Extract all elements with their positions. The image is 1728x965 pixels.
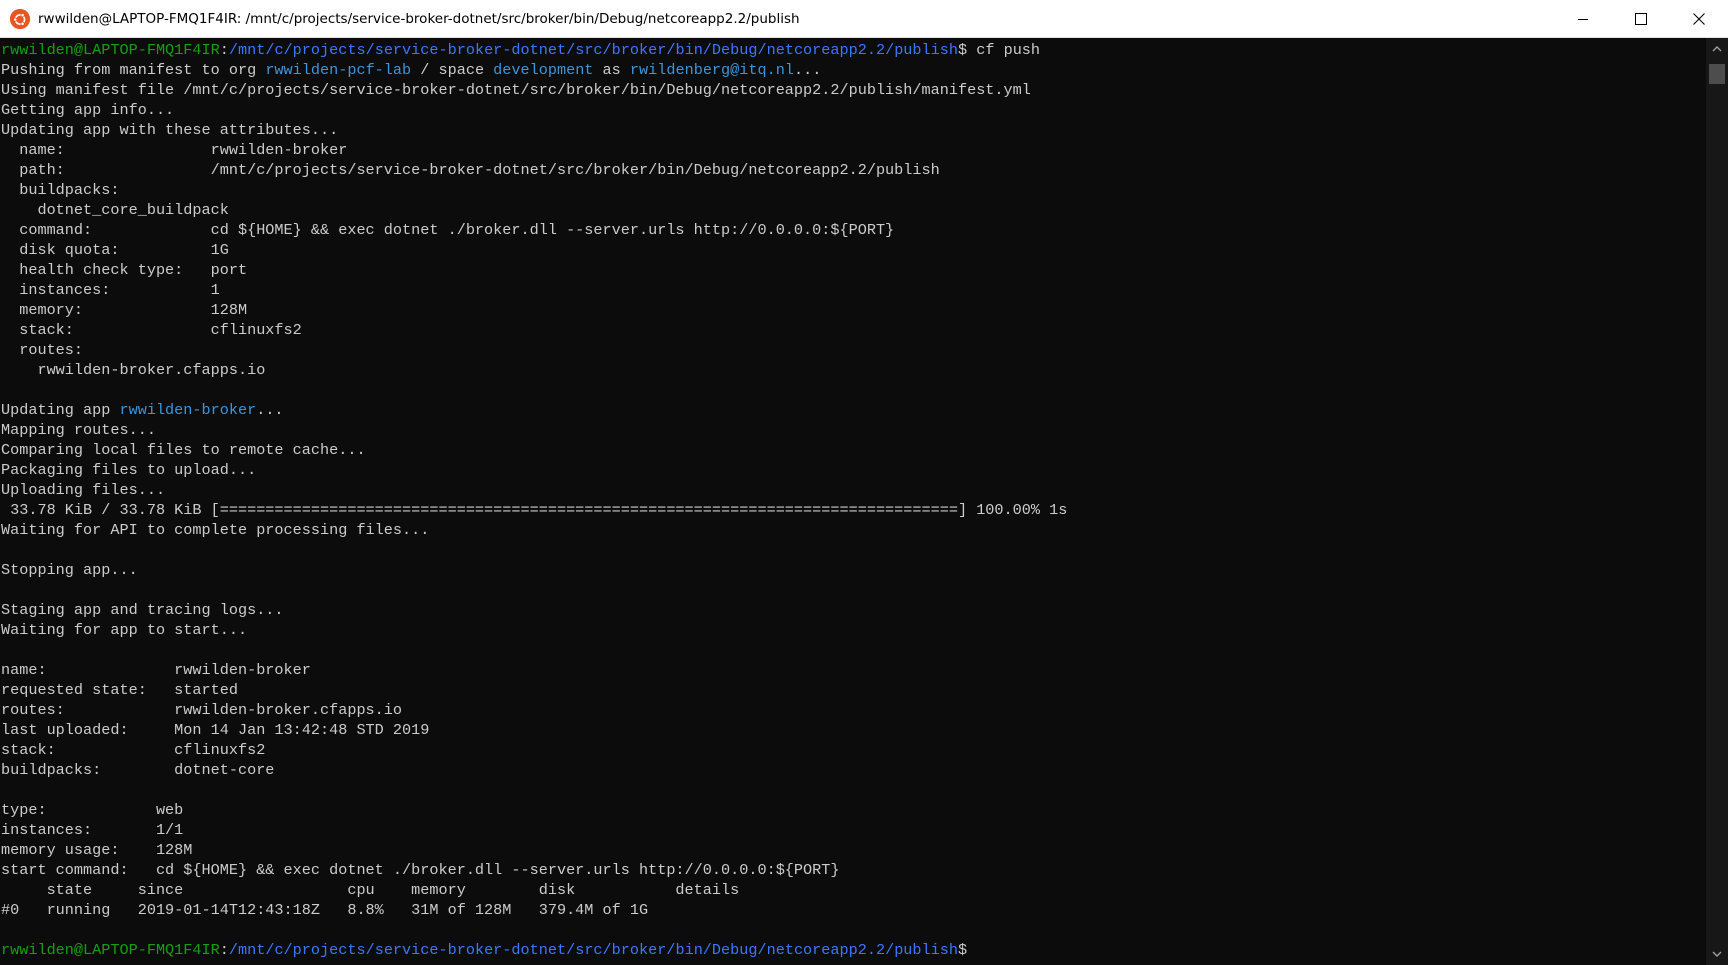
attribute-line: dotnet_core_buildpack: [1, 201, 229, 219]
attribute-line: command: cd ${HOME} && exec dotnet ./bro…: [1, 221, 895, 239]
maximize-button[interactable]: [1612, 0, 1670, 38]
instance-table-header: state since cpu memory disk details: [1, 881, 740, 899]
window-controls: [1554, 0, 1728, 38]
attribute-line: stack: cflinuxfs2: [1, 321, 302, 339]
progress-line: Packaging files to upload...: [1, 461, 257, 479]
window-title: rwwilden@LAPTOP-FMQ1F4IR: /mnt/c/project…: [38, 10, 800, 27]
vertical-scrollbar[interactable]: [1706, 38, 1728, 965]
stopping-line: Stopping app...: [1, 561, 138, 579]
org-name: rwwilden-pcf-lab: [265, 61, 412, 79]
status-line: requested state: started: [1, 681, 238, 699]
app-name: rwwilden-broker: [119, 401, 257, 419]
prompt-path: /mnt/c/projects/service-broker-dotnet/sr…: [228, 41, 958, 59]
scroll-up-button[interactable]: [1706, 38, 1728, 60]
space-name: development: [493, 61, 594, 79]
progress-line: Comparing local files to remote cache...: [1, 441, 366, 459]
upload-progress-bar: 33.78 KiB / 33.78 KiB [=================…: [1, 501, 1068, 519]
attribute-line: path: /mnt/c/projects/service-broker-dot…: [1, 161, 940, 179]
instance-table-row: #0 running 2019-01-14T12:43:18Z 8.8% 31M…: [1, 901, 649, 919]
attribute-line: health check type: port: [1, 261, 248, 279]
prompt-line: rwwilden@LAPTOP-FMQ1F4IR:/mnt/c/projects…: [1, 40, 1706, 60]
minimize-button[interactable]: [1554, 0, 1612, 38]
chevron-up-icon: [1712, 46, 1722, 52]
pushing-line: Pushing from manifest to org rwwilden-pc…: [1, 61, 822, 79]
maximize-icon: [1635, 13, 1647, 25]
attribute-line: disk quota: 1G: [1, 241, 229, 259]
status-line: routes: rwwilden-broker.cfapps.io: [1, 701, 403, 719]
attribute-line: rwwilden-broker.cfapps.io: [1, 361, 266, 379]
prompt-user: rwwilden@LAPTOP-FMQ1F4IR: [1, 941, 220, 959]
prompt-symbol: $: [958, 941, 968, 959]
attribute-line: routes:: [1, 341, 84, 359]
getting-info-line: Getting app info...: [1, 101, 175, 119]
progress-line: Uploading files...: [1, 481, 166, 499]
progress-line: Mapping routes...: [1, 421, 156, 439]
process-line: instances: 1/1: [1, 821, 184, 839]
title-bar[interactable]: rwwilden@LAPTOP-FMQ1F4IR: /mnt/c/project…: [0, 0, 1728, 38]
process-line: start command: cd ${HOME} && exec dotnet…: [1, 861, 840, 879]
waiting-start-line: Waiting for app to start...: [1, 621, 248, 639]
attribute-line: instances: 1: [1, 281, 220, 299]
prompt-command: cf push: [967, 41, 1041, 59]
scroll-down-button[interactable]: [1706, 943, 1728, 965]
attribute-line: memory: 128M: [1, 301, 248, 319]
status-line: name: rwwilden-broker: [1, 661, 311, 679]
process-line: type: web: [1, 801, 184, 819]
prompt-symbol: $: [958, 41, 968, 59]
close-button[interactable]: [1670, 0, 1728, 38]
updating-attrs-line: Updating app with these attributes...: [1, 121, 339, 139]
status-line: stack: cflinuxfs2: [1, 741, 266, 759]
prompt-colon: :: [219, 941, 229, 959]
user-email: rwildenberg@itq.nl: [629, 61, 794, 79]
prompt-user: rwwilden@LAPTOP-FMQ1F4IR: [1, 41, 220, 59]
scrollbar-thumb[interactable]: [1709, 64, 1725, 84]
ubuntu-icon[interactable]: [10, 8, 30, 29]
terminal-output[interactable]: rwwilden@LAPTOP-FMQ1F4IR:/mnt/c/projects…: [0, 38, 1706, 965]
staging-line: Staging app and tracing logs...: [1, 601, 284, 619]
manifest-line: Using manifest file /mnt/c/projects/serv…: [1, 81, 1031, 99]
close-icon: [1693, 13, 1705, 25]
status-line: last uploaded: Mon 14 Jan 13:42:48 STD 2…: [1, 721, 430, 739]
chevron-down-icon: [1712, 951, 1722, 957]
terminal-window: rwwilden@LAPTOP-FMQ1F4IR: /mnt/c/project…: [0, 0, 1728, 965]
minimize-icon: [1578, 19, 1588, 20]
prompt-colon: :: [219, 41, 229, 59]
process-line: memory usage: 128M: [1, 841, 193, 859]
prompt-path: /mnt/c/projects/service-broker-dotnet/sr…: [228, 941, 958, 959]
updating-app-line: Updating app rwwilden-broker...: [1, 401, 284, 419]
attribute-line: buildpacks:: [1, 181, 120, 199]
prompt-line: rwwilden@LAPTOP-FMQ1F4IR:/mnt/c/projects…: [1, 940, 1706, 960]
waiting-api-line: Waiting for API to complete processing f…: [1, 521, 430, 539]
status-line: buildpacks: dotnet-core: [1, 761, 275, 779]
attribute-line: name: rwwilden-broker: [1, 141, 348, 159]
